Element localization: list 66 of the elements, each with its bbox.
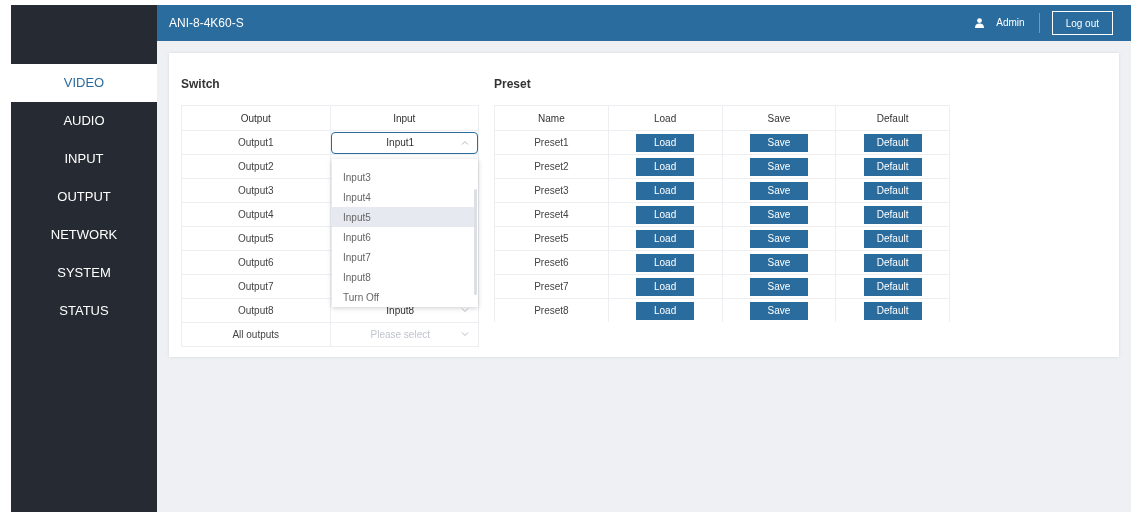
table-cell: Preset5 <box>495 227 609 250</box>
table-cell: Output8 <box>182 299 331 322</box>
table-cell: Output1 <box>182 131 331 154</box>
table-cell: Output4 <box>182 203 331 226</box>
nav-item[interactable]: AUDIO <box>11 102 157 140</box>
table-cell: Preset6 <box>495 251 609 274</box>
default-button[interactable]: Default <box>863 253 922 272</box>
save-button[interactable]: Save <box>749 229 808 248</box>
column-header: Input <box>392 111 417 126</box>
default-button[interactable]: Default <box>863 229 922 248</box>
load-button[interactable]: Load <box>636 277 695 296</box>
load-button[interactable]: Load <box>636 157 695 176</box>
nav-item[interactable]: SYSTEM <box>11 254 157 292</box>
save-button[interactable]: Save <box>749 205 808 224</box>
chevron-up-icon <box>461 140 469 145</box>
save-button[interactable]: Save <box>749 157 808 176</box>
table-cell: Output7 <box>182 275 331 298</box>
column-header: Output <box>182 106 331 130</box>
default-button[interactable]: Default <box>863 157 922 176</box>
section-title: Preset <box>494 76 532 93</box>
chevron-down-icon <box>461 332 469 337</box>
nav-item[interactable]: OUTPUT <box>11 178 157 216</box>
table-cell: Output6 <box>182 251 331 274</box>
table-cell: Preset7 <box>495 275 609 298</box>
input-select[interactable]: Input1 <box>330 131 478 154</box>
device-title: ANI-8-4K60-S <box>169 15 245 32</box>
load-button[interactable]: Load <box>636 229 695 248</box>
save-button[interactable]: Save <box>749 277 808 296</box>
load-button[interactable]: Load <box>636 133 695 152</box>
table-cell: All outputs <box>182 323 331 346</box>
column-header: Load <box>608 106 723 130</box>
table-cell: Preset1 <box>495 131 609 154</box>
nav-item[interactable]: NETWORK <box>11 216 157 254</box>
load-button[interactable]: Load <box>636 205 695 224</box>
table-cell: Output2 <box>182 155 331 178</box>
table-cell: Preset4 <box>495 203 609 226</box>
nav-item[interactable]: VIDEO <box>11 64 157 102</box>
table-cell: Output5 <box>182 227 331 250</box>
column-header: Save <box>722 106 837 130</box>
user-name: Admin <box>996 13 1040 33</box>
dropdown-option[interactable]: Input5 <box>332 207 474 227</box>
default-button[interactable]: Default <box>863 205 922 224</box>
default-button[interactable]: Default <box>863 301 922 320</box>
nav-item[interactable]: INPUT <box>11 140 157 178</box>
default-button[interactable]: Default <box>863 181 922 200</box>
section-title: Switch <box>181 76 221 93</box>
chevron-down-icon <box>461 308 469 313</box>
logout-button[interactable]: Log out <box>1051 11 1113 35</box>
nav-item[interactable]: STATUS <box>11 292 157 330</box>
load-button[interactable]: Load <box>636 301 695 320</box>
dropdown-option[interactable]: Turn Off <box>332 287 474 307</box>
table-cell: Preset3 <box>495 179 609 202</box>
load-button[interactable]: Load <box>636 181 695 200</box>
save-button[interactable]: Save <box>749 181 808 200</box>
table-cell: Output3 <box>182 179 331 202</box>
table-cell: Preset8 <box>495 299 609 322</box>
column-header: Default <box>875 111 910 126</box>
save-button[interactable]: Save <box>749 301 808 320</box>
load-button[interactable]: Load <box>636 253 695 272</box>
table-cell: Preset2 <box>495 155 609 178</box>
column-header: Name <box>495 106 609 130</box>
save-button[interactable]: Save <box>749 253 808 272</box>
save-button[interactable]: Save <box>749 133 808 152</box>
default-button[interactable]: Default <box>863 277 922 296</box>
user-icon <box>975 18 985 28</box>
default-button[interactable]: Default <box>863 133 922 152</box>
